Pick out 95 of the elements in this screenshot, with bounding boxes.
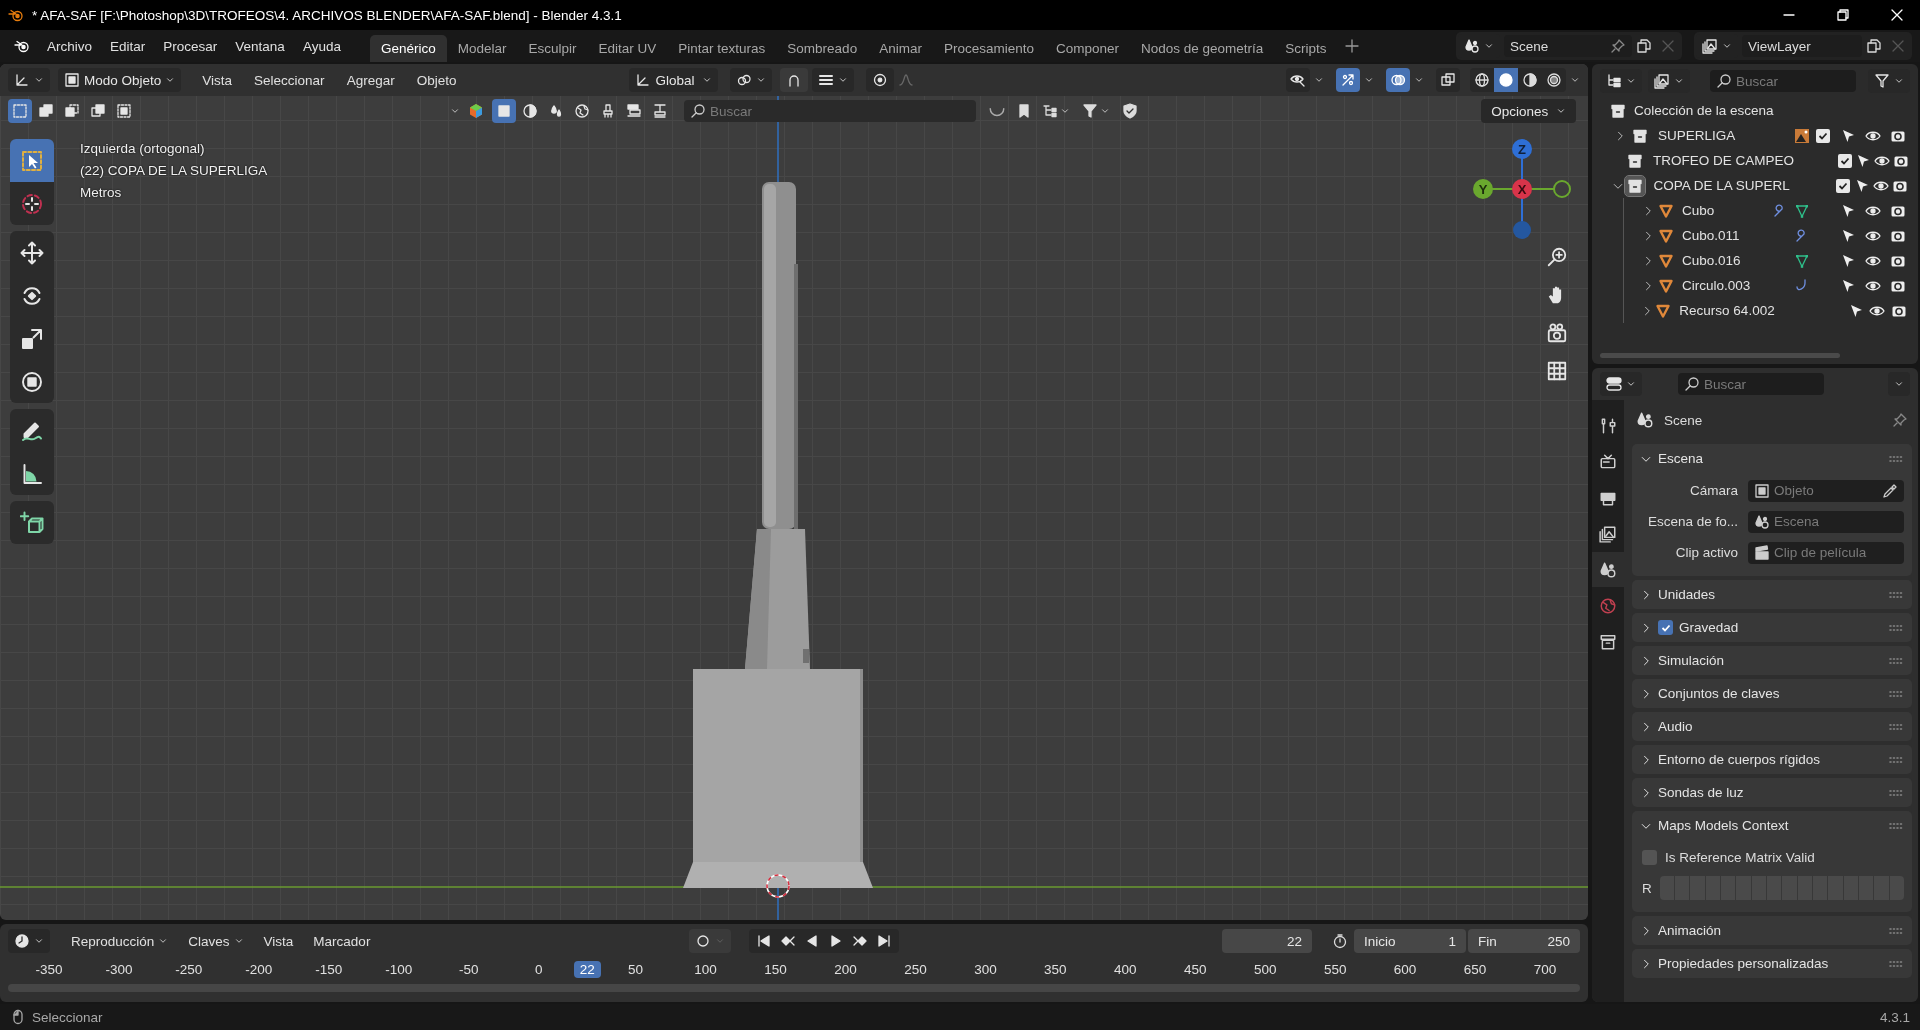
- frame-label: 600: [1392, 961, 1418, 977]
- outliner-item-name[interactable]: SUPERLIGA: [1658, 128, 1736, 143]
- frame-label: -100: [384, 961, 414, 977]
- menu-item[interactable]: Seleccionar: [245, 72, 334, 88]
- context-title: Scene: [1664, 412, 1704, 428]
- outliner-item-name[interactable]: Colección de la escena: [1634, 103, 1774, 118]
- frame-label: 150: [763, 961, 788, 977]
- panel-header[interactable]: Escena: [1632, 444, 1912, 473]
- frame-label: 0: [533, 961, 544, 977]
- current-frame-field[interactable]: 22: [1222, 929, 1312, 953]
- outliner-item-name[interactable]: Recurso 64.002: [1679, 303, 1775, 318]
- outliner-item-name[interactable]: Cubo.011: [1682, 228, 1740, 243]
- frame-label: 300: [973, 961, 998, 977]
- workspace-tab[interactable]: Nodos de geometría: [1130, 35, 1275, 62]
- frame-label: -350: [34, 961, 64, 977]
- workspace-tab[interactable]: Genérico: [369, 35, 447, 62]
- frame-label: 450: [1183, 961, 1208, 977]
- menu-item[interactable]: Archivo: [38, 38, 101, 54]
- workspace-tab[interactable]: Esculpir: [517, 35, 588, 62]
- panel-header[interactable]: Sondas de luz: [1632, 778, 1912, 807]
- panel-header[interactable]: Simulación: [1632, 646, 1912, 675]
- menu-item[interactable]: Marcador: [304, 933, 380, 949]
- panel-header[interactable]: Entorno de cuerpos rígidos: [1632, 745, 1912, 774]
- outliner-item-name[interactable]: Cubo.016: [1682, 253, 1741, 268]
- orientation-dropdown[interactable]: Global: [629, 68, 719, 92]
- end-frame-field[interactable]: Fin 250: [1468, 929, 1580, 953]
- panel-header[interactable]: Conjuntos de claves: [1632, 679, 1912, 708]
- menu-item[interactable]: Editar: [101, 38, 155, 54]
- frame-label: 350: [1043, 961, 1068, 977]
- frame-label: 650: [1462, 961, 1488, 977]
- menu-item[interactable]: Objeto: [407, 72, 466, 88]
- menu-item[interactable]: Ayuda: [293, 38, 350, 54]
- menu-item[interactable]: Claves: [179, 933, 253, 949]
- viewport-info-text: Metros: [80, 184, 122, 202]
- axis-button[interactable]: X: [1512, 179, 1532, 199]
- menu-item[interactable]: Vista: [254, 933, 303, 949]
- workspace-tab[interactable]: Sombreado: [776, 35, 869, 62]
- search-field[interactable]: Buscar: [684, 100, 976, 122]
- search-field[interactable]: Buscar: [1678, 373, 1824, 395]
- menu-item[interactable]: Reproducción: [62, 933, 178, 949]
- frame-label: -250: [174, 961, 204, 977]
- axis-button[interactable]: Y: [1473, 179, 1493, 199]
- frame-label: 550: [1322, 961, 1348, 977]
- viewport-info-text: (22) COPA DE LA SUPERLIGA: [80, 162, 268, 180]
- view-layer-field[interactable]: ViewLayer: [1742, 35, 1862, 57]
- field-label: Escena de fo...: [1646, 514, 1739, 529]
- outliner-item-name[interactable]: TROFEO DE CAMPEO: [1652, 153, 1794, 168]
- frame-label: 100: [693, 961, 718, 977]
- frame-label: -50: [457, 961, 480, 977]
- frame-label: -200: [244, 961, 274, 977]
- menu-item[interactable]: Vista: [193, 72, 242, 88]
- panel-header[interactable]: Animación: [1632, 916, 1912, 945]
- field-label: Cámara: [1689, 483, 1739, 498]
- workspace-tab[interactable]: Scripts: [1274, 35, 1338, 62]
- object-field[interactable]: Objeto: [1748, 479, 1904, 502]
- panel-header[interactable]: Audio: [1632, 712, 1912, 741]
- panel-header[interactable]: Propiedades personalizadas: [1632, 949, 1912, 978]
- menu-item[interactable]: Procesar: [154, 38, 227, 54]
- menu-item[interactable]: Agregar: [337, 72, 404, 88]
- panel-header[interactable]: Gravedad: [1632, 613, 1912, 642]
- workspace-tab[interactable]: Editar UV: [587, 35, 668, 62]
- frame-label: 700: [1532, 961, 1558, 977]
- scene-field[interactable]: Scene: [1504, 35, 1632, 57]
- frame-label: 400: [1113, 961, 1138, 977]
- current-frame-marker[interactable]: 22: [573, 960, 601, 978]
- search-field[interactable]: Buscar: [1710, 70, 1856, 92]
- mode-dropdown[interactable]: Modo Objeto: [58, 68, 182, 92]
- viewport-info-text: Izquierda (ortogonal): [80, 140, 205, 158]
- clip-field[interactable]: Clip de película: [1748, 541, 1904, 564]
- status-hint: Seleccionar: [32, 1009, 103, 1025]
- scene-field[interactable]: Escena: [1748, 510, 1904, 533]
- start-frame-field[interactable]: Inicio 1: [1354, 929, 1466, 953]
- frame-label: 200: [833, 961, 858, 977]
- frame-label: -150: [314, 961, 344, 977]
- workspace-tab[interactable]: Modelar: [446, 35, 518, 62]
- window-title: * AFA-SAF [F:\Photoshop\3D\TROFEOS\4. ARCHIVOS BLENDER\AFA-SAF.blend] - Blender 4.3.1: [32, 7, 622, 23]
- frame-label: -300: [104, 961, 134, 977]
- workspace-tab[interactable]: Procesamiento: [932, 35, 1045, 62]
- outliner-item-name[interactable]: Circulo.003: [1682, 278, 1751, 293]
- field-label: Clip activo: [1674, 545, 1739, 560]
- frame-label: 500: [1252, 961, 1278, 977]
- workspace-tab[interactable]: Animar: [868, 35, 933, 62]
- version-label: 4.3.1: [1879, 1009, 1910, 1025]
- workspace-tab[interactable]: Componer: [1044, 35, 1130, 62]
- checkbox-label: Is Reference Matrix Valid: [1665, 849, 1815, 865]
- frame-label: 50: [627, 961, 645, 977]
- outliner-item-name[interactable]: Cubo: [1682, 203, 1715, 218]
- workspace-tab[interactable]: Pintar texturas: [667, 35, 777, 62]
- options-dropdown[interactable]: Opciones: [1481, 99, 1576, 123]
- frame-label: 250: [903, 961, 928, 977]
- outliner-item-name[interactable]: COPA DE LA SUPERL: [1653, 178, 1790, 193]
- panel-header[interactable]: Unidades: [1632, 580, 1912, 609]
- menu-item[interactable]: Ventana: [226, 38, 294, 54]
- panel-header[interactable]: Maps Models Context: [1632, 811, 1912, 840]
- field-label: R: [1642, 880, 1652, 896]
